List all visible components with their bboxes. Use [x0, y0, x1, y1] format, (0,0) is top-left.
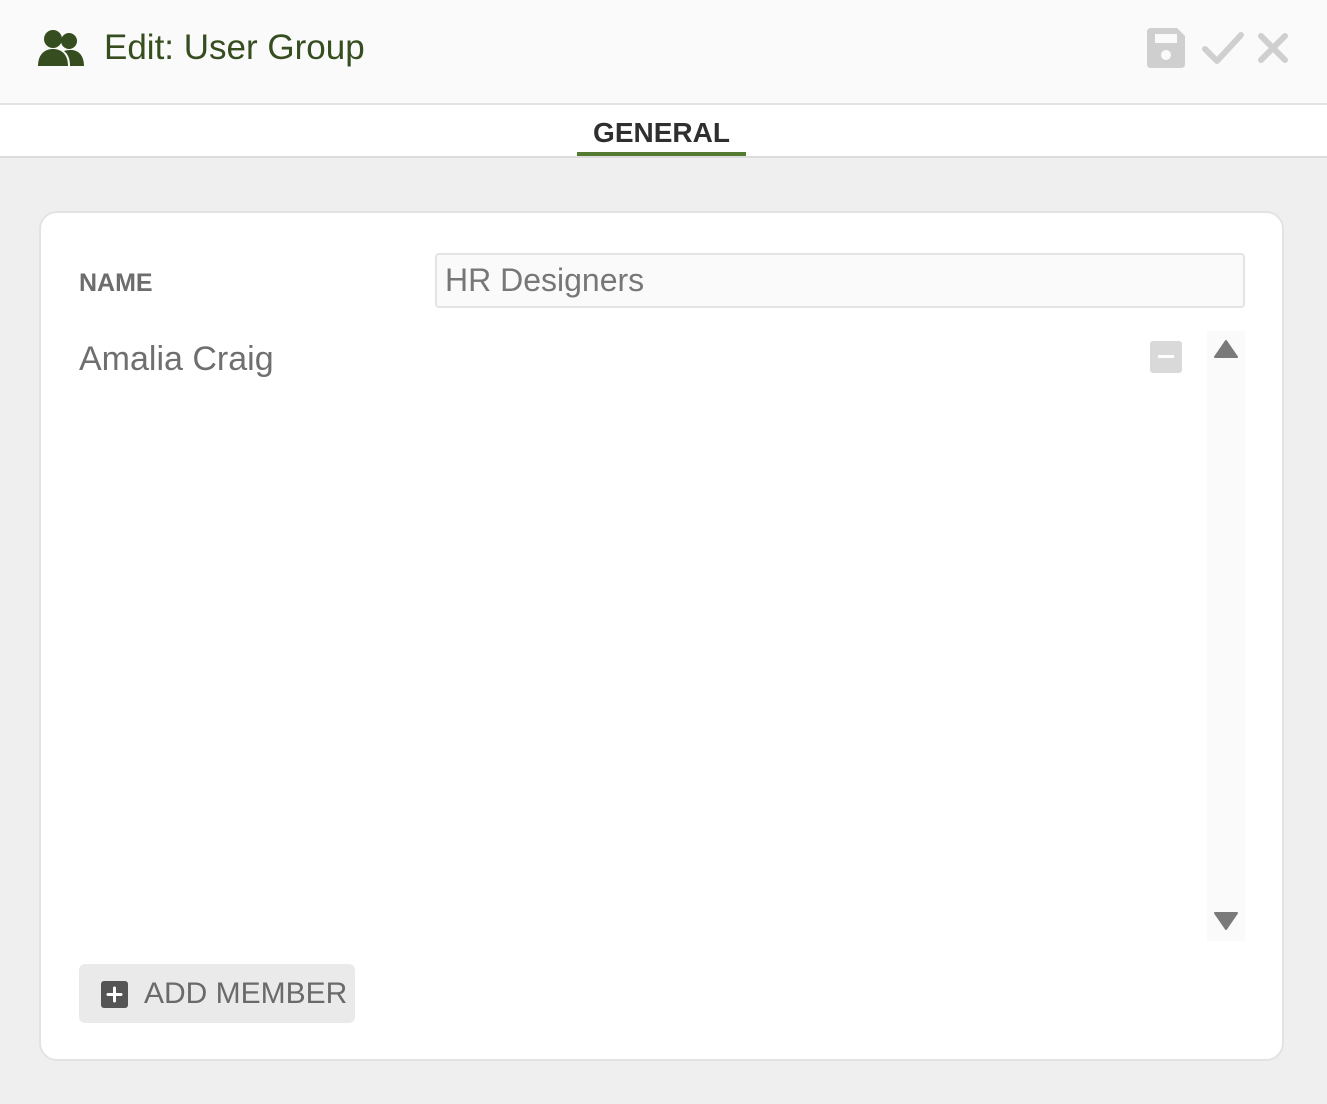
- close-button[interactable]: [1251, 26, 1295, 70]
- floppy-disk-icon: [1147, 28, 1185, 68]
- remove-member-button[interactable]: [1150, 341, 1182, 373]
- member-list: Amalia Craig: [79, 331, 1207, 941]
- minus-icon: [1158, 355, 1174, 358]
- plus-icon: [101, 981, 128, 1008]
- triangle-down-icon: [1214, 912, 1238, 930]
- tab-bar: GENERAL: [0, 105, 1327, 158]
- scroll-down-button[interactable]: [1213, 909, 1239, 931]
- triangle-up-icon: [1214, 340, 1238, 358]
- tab-general[interactable]: GENERAL: [577, 105, 746, 156]
- save-button[interactable]: [1145, 26, 1189, 70]
- list-item: Amalia Craig: [79, 331, 1187, 387]
- close-icon: [1258, 33, 1288, 63]
- name-input[interactable]: [435, 253, 1245, 308]
- users-icon: [36, 28, 86, 68]
- form-panel: NAME Amalia Craig ADD MEMBER: [39, 211, 1284, 1061]
- member-list-scrollbar[interactable]: [1207, 331, 1245, 941]
- add-member-button[interactable]: ADD MEMBER: [79, 964, 355, 1023]
- name-label: NAME: [79, 269, 153, 297]
- add-member-label: ADD MEMBER: [144, 977, 348, 1010]
- check-icon: [1202, 32, 1244, 64]
- apply-button[interactable]: [1201, 26, 1245, 70]
- scroll-up-button[interactable]: [1213, 339, 1239, 361]
- dialog-header: Edit: User Group: [0, 0, 1327, 105]
- dialog-title: Edit: User Group: [104, 28, 365, 67]
- member-name: Amalia Craig: [79, 340, 274, 378]
